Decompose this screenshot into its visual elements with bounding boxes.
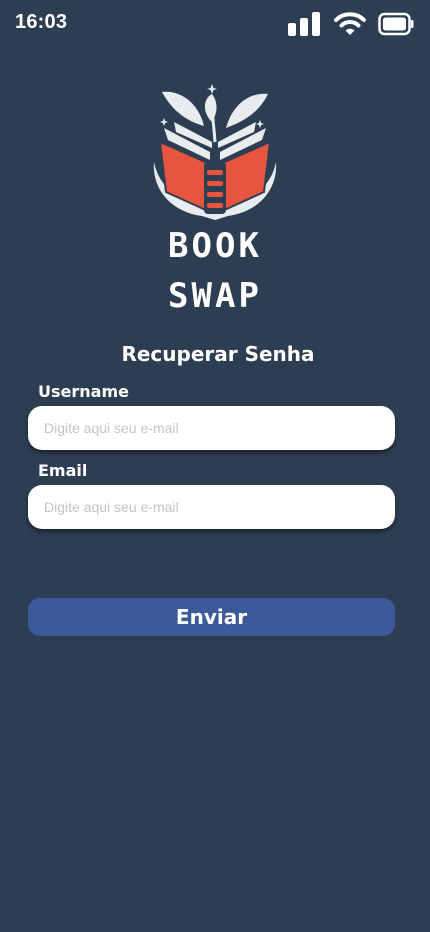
email-input[interactable] [28, 485, 395, 529]
username-label: Username [38, 382, 129, 401]
wifi-icon [334, 12, 366, 41]
logo-text-line2: SWAP [168, 276, 262, 316]
send-button[interactable]: Enviar [28, 598, 395, 636]
cellular-signal-icon [288, 12, 322, 41]
username-input[interactable] [28, 406, 395, 450]
bookswap-logo: BOOK SWAP [140, 80, 290, 320]
battery-icon [378, 12, 414, 41]
email-label: Email [38, 461, 88, 480]
status-time: 16:03 [15, 11, 68, 33]
logo-text-line1: BOOK [168, 226, 262, 266]
page-title: Recuperar Senha [121, 342, 315, 366]
book-logo-icon [153, 84, 277, 220]
status-bar: 16:03 [0, 0, 430, 46]
status-icons [288, 12, 414, 41]
